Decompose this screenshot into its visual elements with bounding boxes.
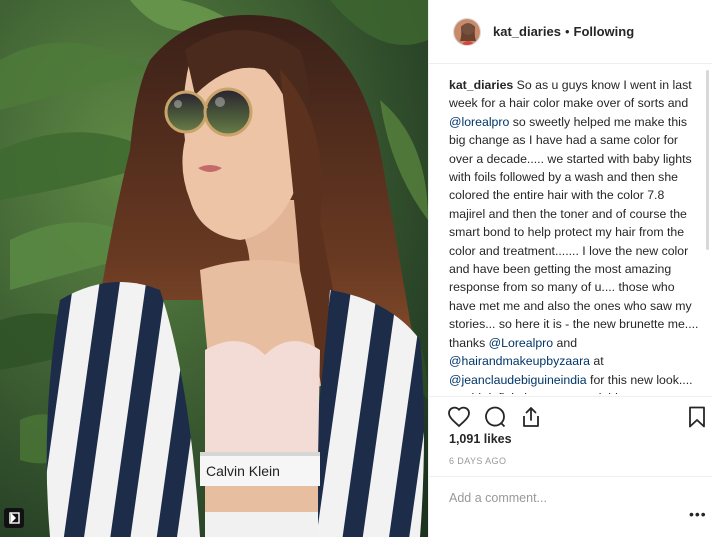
post-header: kat_diaries • Following <box>429 0 712 64</box>
calvin-klein-band: Calvin Klein <box>206 463 280 479</box>
multiple-posts-icon <box>4 508 24 528</box>
post-author-username[interactable]: kat_diaries <box>493 24 561 39</box>
post-caption: kat_diaries So as u guys know I went in … <box>449 76 701 394</box>
mention-lorealpro-2[interactable]: @Lorealpro <box>489 336 553 350</box>
post-timestamp[interactable]: 6 DAYS AGO <box>449 456 506 466</box>
bralette <box>205 341 320 460</box>
post-photo[interactable]: Calvin Klein <box>0 0 428 537</box>
caption-scroll-area[interactable]: kat_diaries So as u guys know I went in … <box>449 76 701 394</box>
share-icon[interactable] <box>519 405 543 429</box>
header-separator: • <box>564 24 570 39</box>
heart-icon[interactable] <box>447 405 471 429</box>
caption-scrollbar[interactable] <box>706 70 709 250</box>
caption-text-4: at <box>590 354 604 369</box>
post-sidebar: kat_diaries • Following kat_diaries So a… <box>428 0 712 537</box>
likes-count[interactable]: 1,091 likes <box>449 432 512 446</box>
caption-text-3: and <box>553 335 578 350</box>
caption-text-2: so sweetly helped me make this big chang… <box>449 114 699 350</box>
caption-username[interactable]: kat_diaries <box>449 78 513 92</box>
mention-lorealpro[interactable]: @lorealpro <box>449 115 509 129</box>
mention-hairandmakeupbyzaara[interactable]: @hairandmakeupbyzaara <box>449 354 590 368</box>
photo-canvas: Calvin Klein <box>0 0 428 537</box>
bookmark-icon[interactable] <box>685 405 709 429</box>
comment-icon[interactable] <box>483 405 507 429</box>
comment-bar: ••• <box>429 476 712 537</box>
more-options-icon[interactable]: ••• <box>689 507 707 521</box>
action-bar <box>429 396 712 432</box>
avatar[interactable] <box>453 17 481 46</box>
comment-input[interactable] <box>449 489 669 507</box>
mention-jeanclaudebiguineindia[interactable]: @jeanclaudebiguineindia <box>449 373 587 387</box>
following-button[interactable]: Following <box>574 24 635 39</box>
